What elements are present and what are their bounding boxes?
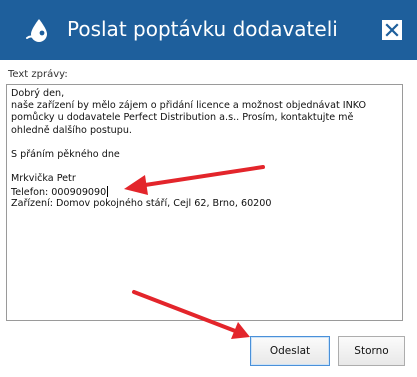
- text-caret: [107, 185, 109, 197]
- message-line: ohledně dalšího postupu.: [11, 124, 132, 136]
- titlebar: Poslat poptávku dodavateli: [0, 0, 417, 60]
- message-line: Zařízení: Domov pokojného stáří, Cejl 62…: [11, 197, 272, 209]
- message-line: Dobrý den,: [11, 88, 65, 99]
- close-icon[interactable]: [382, 20, 402, 40]
- message-line: pomůcky u dodavatele Perfect Distributio…: [11, 112, 354, 124]
- phone-text: Telefon: 000909090: [11, 186, 107, 198]
- dialog-title: Poslat poptávku dodavateli: [67, 17, 338, 41]
- message-line: Mrkvička Petr: [11, 173, 76, 185]
- message-line: [11, 137, 398, 149]
- send-button[interactable]: Odeslat: [250, 336, 330, 366]
- message-line: Telefon: 000909090: [11, 185, 398, 198]
- message-line: S přáním pěkného dne: [11, 148, 120, 160]
- message-line: naše zařízení by mělo zájem o přidání li…: [11, 100, 367, 112]
- dialog-window: Poslat poptávku dodavateli Text zprávy: …: [0, 0, 417, 377]
- drop-icon: [26, 19, 47, 42]
- message-textarea[interactable]: Dobrý den, naše zařízení by mělo zájem o…: [6, 84, 403, 321]
- cancel-button[interactable]: Storno: [338, 336, 405, 366]
- message-line: [11, 161, 398, 173]
- message-label: Text zprávy:: [8, 69, 68, 80]
